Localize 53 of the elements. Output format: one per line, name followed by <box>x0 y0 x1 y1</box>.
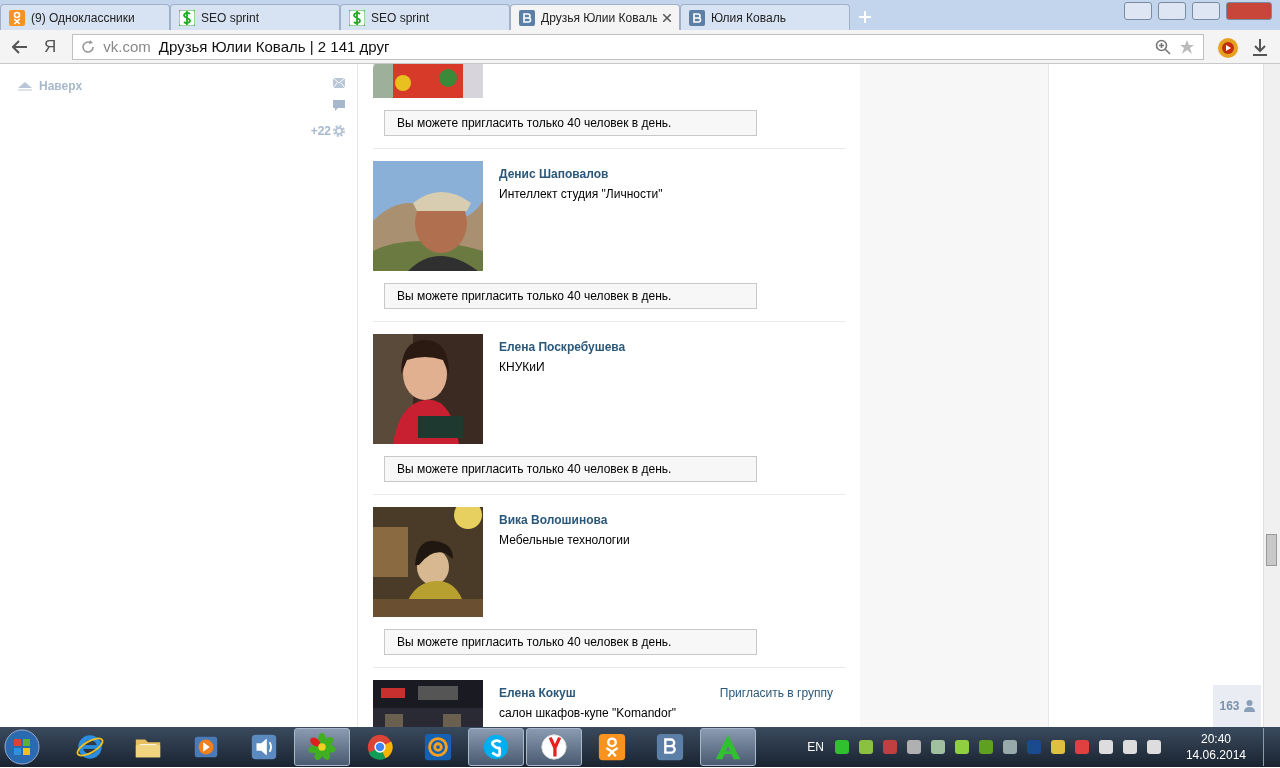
friend-name-link[interactable]: Елена Поскребушева <box>499 340 626 354</box>
invite-limit-notice: Вы можете пригласить только 40 человек в день. <box>384 110 757 136</box>
browser-tab[interactable]: Юлия Коваль <box>680 4 850 30</box>
zoom-icon[interactable] <box>1155 38 1171 55</box>
friend-name-link[interactable]: Денис Шаповалов <box>499 167 609 181</box>
browser-tab[interactable]: (9) Одноклассники <box>0 4 170 30</box>
invite-link[interactable]: Пригласить в группу <box>719 686 833 700</box>
chrome-icon <box>365 732 395 762</box>
url-domain: vk.com <box>103 38 151 55</box>
browser-tab[interactable]: SEO sprint <box>170 4 340 30</box>
ie-icon <box>75 732 105 762</box>
clock[interactable]: 20:40 14.06.2014 <box>1185 731 1246 763</box>
speaker-icon <box>249 732 279 762</box>
skype-icon <box>481 732 511 762</box>
vk-icon <box>519 9 535 26</box>
maximize-button[interactable] <box>1192 2 1220 20</box>
page-title: Друзья Юлии Коваль | 2 141 друг <box>158 38 391 55</box>
ok-icon <box>597 732 627 762</box>
star-icon[interactable] <box>1179 38 1195 55</box>
invite-limit-notice: Вы можете пригласить только 40 человек в день. <box>384 629 757 655</box>
person-icon <box>1243 700 1255 712</box>
start-button[interactable] <box>4 729 40 765</box>
browser-tab[interactable]: SEO sprint <box>340 4 510 30</box>
friend-name-link[interactable]: Вика Волошинова <box>499 513 608 527</box>
vk-icon <box>655 732 685 762</box>
back-icon[interactable] <box>12 39 28 54</box>
yandex-icon <box>539 732 569 762</box>
notification-count: +22 <box>310 124 331 138</box>
dollar-icon <box>349 9 365 26</box>
yandex-button[interactable]: Я <box>40 36 61 57</box>
close-icon[interactable] <box>663 13 671 22</box>
scrollbar[interactable] <box>1263 64 1280 727</box>
dollar-icon <box>179 9 195 26</box>
menu-button[interactable] <box>1124 2 1152 20</box>
friend-subtitle: КНУКиИ <box>499 360 546 374</box>
address-bar[interactable]: vk.com Друзья Юлии Коваль | 2 141 друг <box>72 33 1204 60</box>
invite-limit-notice: Вы можете пригласить только 40 человек в день. <box>384 456 757 482</box>
flower-icon <box>307 732 337 762</box>
taskbar-button[interactable] <box>468 728 524 766</box>
download-icon[interactable] <box>1252 37 1268 56</box>
invite-limit-notice: Вы можете пригласить только 40 человек в день. <box>384 283 757 309</box>
friend-subtitle: салон шкафов-купе "Komandor" <box>499 706 677 720</box>
minimize-button[interactable] <box>1158 2 1186 20</box>
language-indicator[interactable]: EN <box>807 740 824 754</box>
friend-name-link[interactable]: Елена Кокуш <box>499 686 576 700</box>
vk-icon <box>689 9 705 26</box>
ok-icon <box>9 9 25 26</box>
taskbar-button[interactable] <box>526 728 582 766</box>
reload-icon[interactable] <box>81 39 96 54</box>
at-sign-icon <box>423 732 453 762</box>
friend-subtitle: Интеллект студия "Личности" <box>499 187 664 201</box>
friend-subtitle: Мебельные технологии <box>499 533 631 547</box>
up-arrow-icon <box>17 81 33 91</box>
